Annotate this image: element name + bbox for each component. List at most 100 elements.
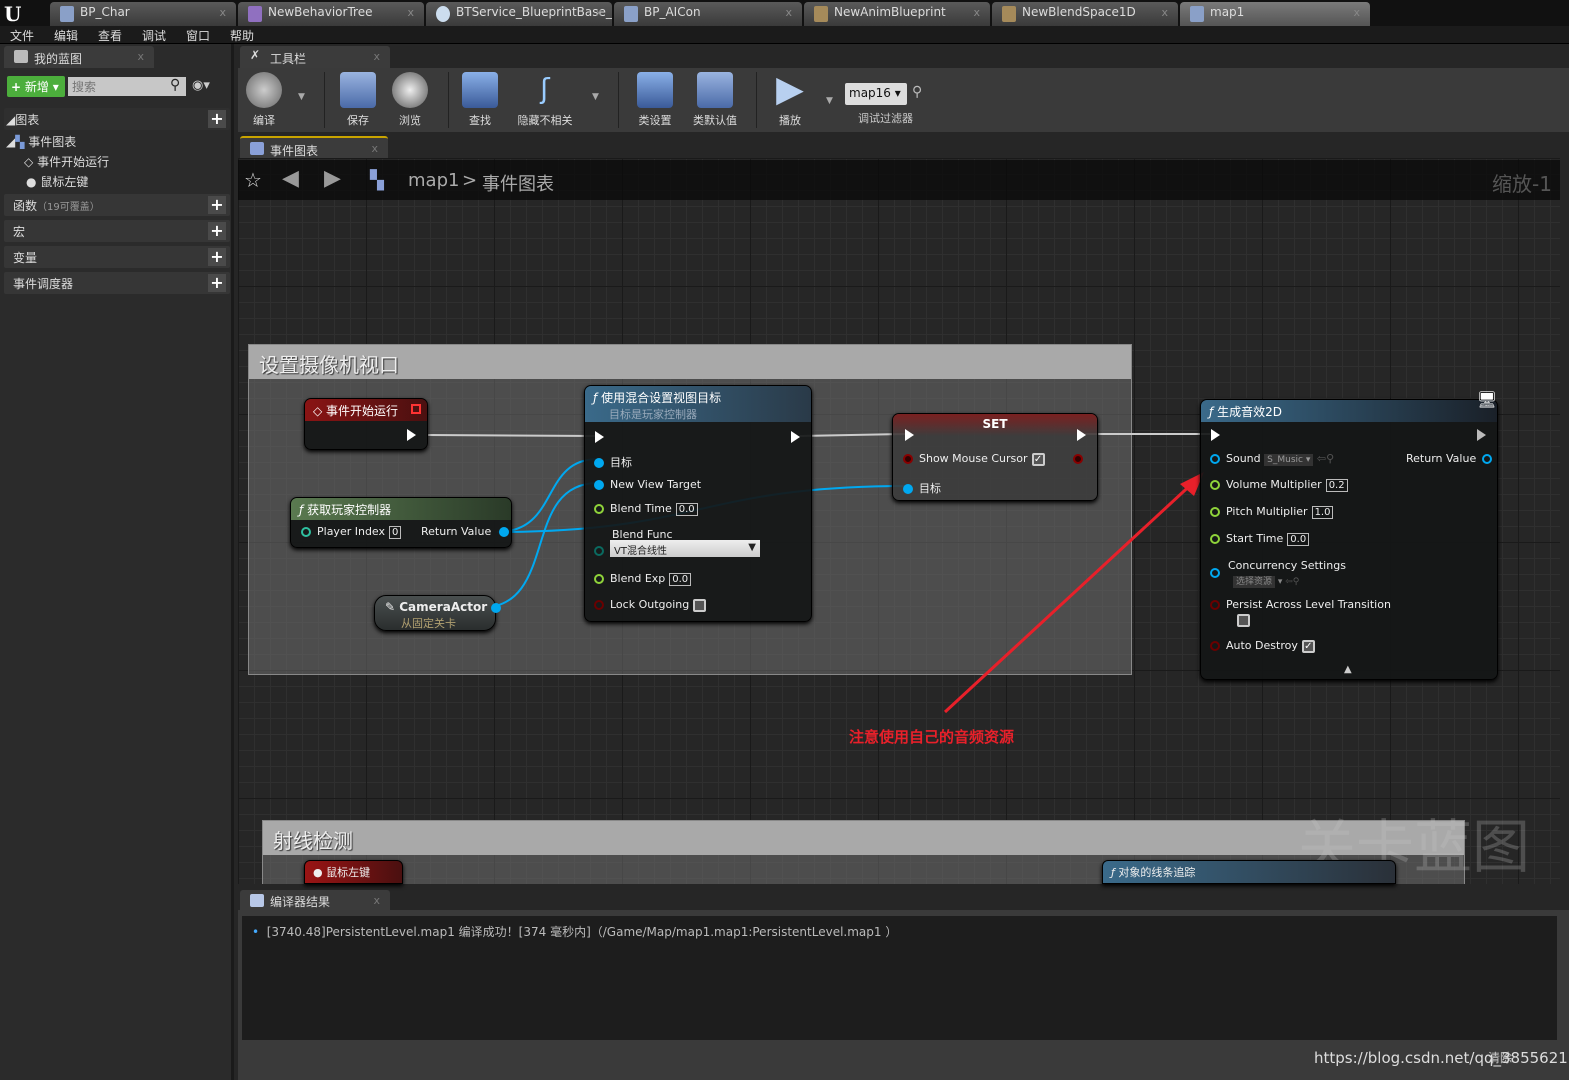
play-button[interactable]: ▶ 播放 (768, 72, 812, 128)
pin-new-view-target[interactable]: New View Target (594, 478, 701, 491)
concurrency-asset-picker[interactable]: 选择资源 ▾ ⇦⚲ (1233, 574, 1299, 588)
tree-event-graph[interactable]: ◢▚ 事件图表 (6, 133, 76, 150)
sound-asset-picker[interactable]: S_Music ▾ (1264, 454, 1314, 466)
delegate-pin-icon[interactable] (411, 404, 421, 414)
add-variable-button[interactable]: + (208, 248, 226, 266)
play-options-chevron-icon[interactable]: ▼ (826, 96, 833, 106)
pin-show-mouse-cursor-out[interactable] (1073, 454, 1083, 464)
event-graph-tab[interactable]: 事件图表 x (240, 136, 388, 158)
browse-button[interactable]: 浏览 (390, 72, 430, 128)
visibility-eye-icon[interactable]: ◉▾ (192, 78, 210, 93)
pin-start-time[interactable]: Start Time 0.0 (1210, 532, 1310, 546)
doc-tab-behavior-tree[interactable]: NewBehaviorTree x (238, 2, 424, 26)
doc-tab-btservice[interactable]: BTService_BlueprintBase_ x (426, 2, 612, 26)
forward-arrow-icon[interactable]: ▶ (324, 166, 341, 191)
node-set-show-mouse-cursor[interactable]: SET Show Mouse Cursor ✓ 目标 (892, 413, 1098, 501)
close-icon[interactable]: x (595, 6, 602, 19)
menu-edit[interactable]: 编辑 (54, 27, 78, 44)
tree-event-begin-play[interactable]: ◇ 事件开始运行 (24, 153, 109, 170)
close-icon[interactable]: x (137, 50, 144, 63)
find-button[interactable]: 查找 (460, 72, 500, 128)
volume-field[interactable]: 0.2 (1325, 478, 1348, 492)
menu-help[interactable]: 帮助 (230, 27, 254, 44)
compiler-results-tab[interactable]: 编译器结果 x (240, 890, 390, 910)
doc-tab-bp-aicon[interactable]: BP_AICon x (614, 2, 802, 26)
pin-lock-outgoing[interactable]: Lock Outgoing (594, 598, 707, 612)
class-settings-button[interactable]: 类设置 (632, 72, 678, 128)
close-icon[interactable]: x (373, 894, 380, 907)
pin-persist[interactable]: Persist Across Level Transition (1210, 598, 1391, 611)
pin-auto-destroy[interactable]: Auto Destroy ✓ (1210, 639, 1315, 653)
show-mouse-cursor-checkbox[interactable]: ✓ (1031, 452, 1045, 466)
tree-event-left-mouse[interactable]: ● 鼠标左键 (26, 173, 88, 190)
exec-out-pin[interactable] (1477, 429, 1486, 441)
auto-destroy-checkbox[interactable]: ✓ (1301, 639, 1315, 653)
collapse-advanced-icon[interactable]: ▲ (1344, 664, 1352, 675)
node-line-trace-for-objects[interactable]: ƒ 对象的线条追踪 (1102, 860, 1396, 884)
pin-volume-multiplier[interactable]: Volume Multiplier 0.2 (1210, 478, 1348, 492)
add-graph-button[interactable]: + (208, 110, 226, 128)
compile-options-chevron-icon[interactable]: ▼ (298, 92, 305, 102)
close-icon[interactable]: x (373, 50, 380, 63)
add-new-button[interactable]: + 新增 ▾ (7, 76, 65, 97)
blend-func-dropdown[interactable]: VT混合线性 ▼ (610, 540, 760, 557)
pin-pitch-multiplier[interactable]: Pitch Multiplier 1.0 (1210, 505, 1334, 519)
player-index-field[interactable]: 0 (389, 525, 402, 539)
pin-target[interactable]: 目标 (903, 480, 941, 496)
favorite-star-icon[interactable]: ☆ (244, 168, 262, 192)
doc-tab-map1[interactable]: map1 x (1180, 2, 1370, 26)
node-get-player-controller[interactable]: ƒ 获取玩家控制器 Player Index 0 Return Value (290, 497, 512, 548)
close-icon[interactable]: x (1353, 6, 1360, 19)
close-icon[interactable]: x (407, 6, 414, 19)
node-camera-actor-ref[interactable]: ✎ CameraActor 从固定关卡 (374, 595, 502, 631)
close-icon[interactable]: x (1161, 6, 1168, 19)
menu-debug[interactable]: 调试 (142, 27, 166, 44)
pitch-field[interactable]: 1.0 (1311, 505, 1334, 519)
pin-player-index[interactable]: Player Index 0 (301, 525, 402, 539)
pin-concurrency[interactable] (1210, 568, 1220, 578)
start-time-field[interactable]: 0.0 (1287, 532, 1310, 546)
close-icon[interactable]: x (785, 6, 792, 19)
add-macro-button[interactable]: + (208, 222, 226, 240)
pin-sound[interactable]: Sound S_Music ▾ ⇦⚲ (1210, 452, 1334, 466)
exec-in-pin[interactable] (905, 429, 914, 441)
use-asset-arrow-icon[interactable]: ⇦⚲ (1317, 452, 1334, 465)
search-input[interactable] (68, 77, 186, 96)
my-blueprint-tab[interactable]: 我的蓝图 x (4, 46, 154, 68)
toolbar-tab[interactable]: ✗ 工具栏 x (240, 46, 390, 68)
menu-window[interactable]: 窗口 (186, 27, 210, 44)
debug-search-icon[interactable]: ⚲ (912, 84, 922, 100)
lock-outgoing-checkbox[interactable] (693, 598, 707, 612)
section-variables[interactable]: 变量 + (4, 246, 230, 268)
breadcrumb-event-graph[interactable]: 事件图表 (482, 170, 554, 196)
close-icon[interactable]: x (371, 142, 378, 155)
doc-tab-bp-char[interactable]: BP_Char x (50, 2, 236, 26)
exec-out-pin[interactable] (791, 431, 800, 443)
pin-return-value[interactable]: Return Value (421, 525, 515, 538)
exec-out-pin[interactable] (1077, 429, 1086, 441)
blend-exp-field[interactable]: 0.0 (669, 572, 692, 586)
pin-return-value[interactable]: Return Value (1406, 452, 1498, 465)
add-function-button[interactable]: + (208, 196, 226, 214)
doc-tab-blendspace[interactable]: NewBlendSpace1D x (992, 2, 1178, 26)
section-dispatchers[interactable]: 事件调度器 + (4, 272, 230, 294)
node-set-view-target-with-blend[interactable]: ƒ 使用混合设置视图目标 目标是玩家控制器 目标 New View Target … (584, 385, 812, 622)
class-defaults-button[interactable]: 类默认值 (690, 72, 740, 128)
debug-object-select[interactable]: map16 ▾ (845, 83, 907, 105)
section-graphs[interactable]: ◢图表 + (4, 108, 230, 130)
section-functions[interactable]: 函数（19可覆盖） + (4, 194, 230, 216)
node-event-begin-play[interactable]: ◇ 事件开始运行 (304, 398, 428, 450)
pin-blend-func[interactable]: VT混合线性 ▼ (594, 540, 760, 557)
hide-unrelated-button[interactable]: ʃ 隐藏不相关 (512, 72, 578, 128)
pin-show-mouse-cursor[interactable]: Show Mouse Cursor ✓ (903, 452, 1045, 466)
back-arrow-icon[interactable]: ◀ (282, 166, 299, 191)
exec-in-pin[interactable] (595, 431, 604, 443)
compile-button[interactable]: 编译 (244, 72, 284, 128)
close-icon[interactable]: x (219, 6, 226, 19)
node-spawn-sound-2d[interactable]: ƒ 生成音效2D 🖥 Sound S_Music ▾ ⇦⚲ Return Val… (1200, 390, 1498, 680)
menu-view[interactable]: 查看 (98, 27, 122, 44)
hide-options-chevron-icon[interactable]: ▼ (592, 92, 599, 102)
node-left-mouse-button[interactable]: ● 鼠标左键 (304, 860, 403, 884)
doc-tab-anim-blueprint[interactable]: NewAnimBlueprint x (804, 2, 990, 26)
log-entry[interactable]: [3740.48]PersistentLevel.map1 编译成功！[374 … (267, 925, 898, 939)
